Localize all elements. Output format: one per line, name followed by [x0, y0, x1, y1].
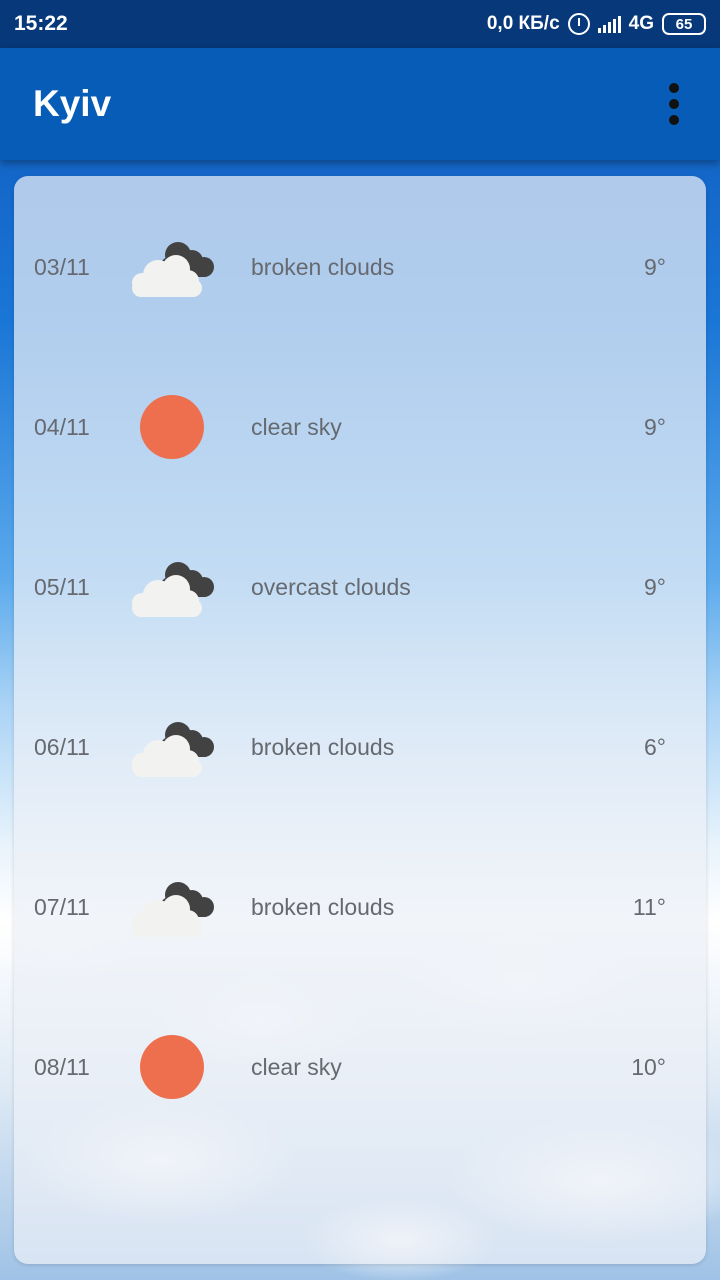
- forecast-row[interactable]: 03/11 broken clouds 9°: [14, 187, 706, 347]
- forecast-description: broken clouds: [251, 253, 395, 280]
- signal-icon: [597, 15, 621, 33]
- broken-clouds-icon: [126, 232, 218, 302]
- app-bar: Kyiv: [0, 48, 720, 160]
- forecast-temperature: 11°: [632, 893, 666, 920]
- forecast-row[interactable]: 05/11 overcast clouds 9°: [14, 507, 706, 667]
- sun-icon: [126, 1032, 218, 1102]
- alarm-icon: [567, 13, 590, 35]
- broken-clouds-icon: [126, 712, 218, 782]
- forecast-date: 07/11: [34, 893, 90, 920]
- network-type: 4G: [628, 13, 654, 34]
- network-speed: 0,0 КБ/с: [486, 13, 560, 34]
- battery-level: 65: [675, 15, 693, 33]
- forecast-temperature: 10°: [631, 1053, 666, 1080]
- status-icons: 0,0 КБ/с 4G 65: [487, 13, 706, 35]
- forecast-date: 08/11: [34, 1053, 90, 1080]
- forecast-date: 05/11: [34, 573, 90, 600]
- forecast-description: broken clouds: [251, 733, 395, 760]
- forecast-row[interactable]: 07/11 broken clouds 11°: [14, 827, 706, 987]
- forecast-description: overcast clouds: [251, 573, 411, 600]
- forecast-description: clear sky: [251, 413, 342, 440]
- broken-clouds-icon: [126, 872, 218, 942]
- forecast-row[interactable]: 06/11 broken clouds 6°: [14, 667, 706, 827]
- forecast-date: 03/11: [34, 253, 90, 280]
- status-bar: 15:22 0,0 КБ/с 4G 65: [0, 0, 720, 48]
- forecast-temperature: 9°: [644, 253, 666, 280]
- forecast-row[interactable]: 04/11 clear sky 9°: [14, 347, 706, 507]
- more-vert-icon[interactable]: [662, 76, 686, 132]
- page-title: Kyiv: [33, 83, 112, 124]
- battery-icon: 65: [662, 13, 706, 35]
- overcast-clouds-icon: [126, 552, 218, 622]
- forecast-row[interactable]: 08/11 clear sky 10°: [14, 987, 706, 1147]
- forecast-temperature: 6°: [644, 733, 666, 760]
- forecast-temperature: 9°: [644, 413, 666, 440]
- forecast-description: broken clouds: [251, 893, 395, 920]
- forecast-date: 04/11: [34, 413, 90, 440]
- forecast-date: 06/11: [34, 733, 90, 760]
- forecast-list: 03/11 broken clouds 9° 04/11 clear sky 9…: [14, 176, 706, 1264]
- sun-icon: [126, 392, 218, 462]
- forecast-temperature: 9°: [644, 573, 666, 600]
- forecast-description: clear sky: [251, 1053, 342, 1080]
- status-time: 15:22: [14, 12, 68, 35]
